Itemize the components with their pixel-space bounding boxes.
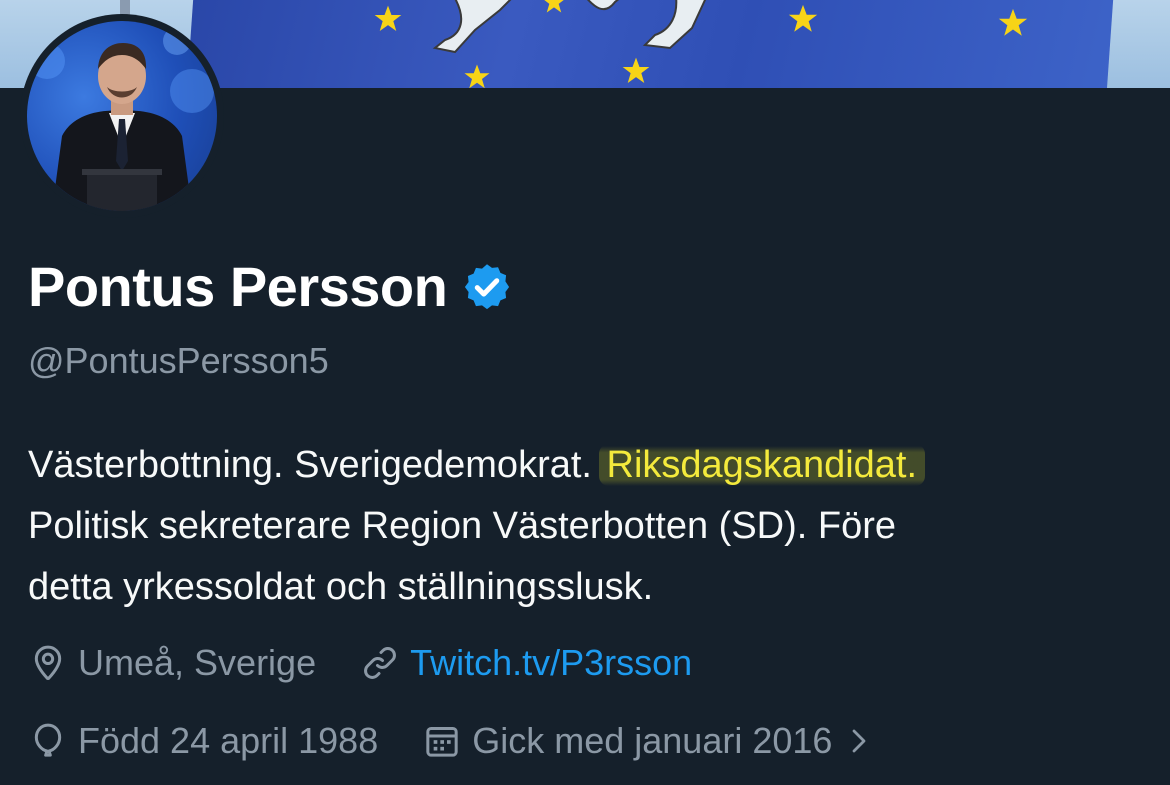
birthday-text: Född 24 april 1988 <box>78 720 379 761</box>
website-link[interactable]: Twitch.tv/P3rsson <box>410 642 692 684</box>
location-pin-icon <box>34 645 62 681</box>
profile-website[interactable]: Twitch.tv/P3rsson <box>360 642 692 684</box>
banner-star-icon <box>374 5 402 31</box>
profile-location: Umeå, Sverige <box>28 642 316 684</box>
avatar-photo <box>27 21 217 211</box>
joined-text: Gick med januari 2016 <box>472 720 833 761</box>
profile-avatar[interactable] <box>20 14 224 218</box>
link-icon <box>364 647 396 679</box>
chevron-right-icon[interactable] <box>844 721 874 761</box>
profile-handle: @PontusPersson5 <box>28 340 329 381</box>
balloon-icon <box>34 723 62 757</box>
banner-star-icon <box>544 0 564 13</box>
profile-meta-row-2: Född 24 april 1988 Gick med januari 2016 <box>28 720 874 762</box>
profile-name: Pontus Persson <box>28 255 448 318</box>
bio-line-1: Västerbottning. Sverigedemokrat. Riksdag… <box>28 435 1148 496</box>
avatar-person-illustration <box>29 27 214 211</box>
profile-birthday: Född 24 april 1988 <box>28 720 378 762</box>
banner-horse-illustration <box>432 0 707 54</box>
banner-star-icon <box>998 8 1028 36</box>
profile-name-row: Pontus Persson <box>28 254 513 319</box>
calendar-icon <box>426 727 458 757</box>
profile-joined: Gick med januari 2016 <box>422 720 832 762</box>
banner-star-icon <box>622 57 650 83</box>
bio-line-2: Politisk sekreterare Region Västerbotten… <box>28 505 897 547</box>
banner-star-icon <box>464 64 490 88</box>
profile-bio: Västerbottning. Sverigedemokrat. Riksdag… <box>28 435 1148 618</box>
bio-line-3: detta yrkessoldat och ställningsslusk. <box>28 566 654 608</box>
bio-highlighted-text: Riksdagskandidat. <box>598 444 926 486</box>
location-text: Umeå, Sverige <box>78 642 317 683</box>
banner-star-icon <box>788 4 818 32</box>
bio-text: Västerbottning. Sverigedemokrat. <box>28 444 603 486</box>
profile-meta-row-1: Umeå, Sverige Twitch.tv/P3rsson <box>28 642 736 684</box>
verified-badge-icon[interactable] <box>461 261 513 313</box>
